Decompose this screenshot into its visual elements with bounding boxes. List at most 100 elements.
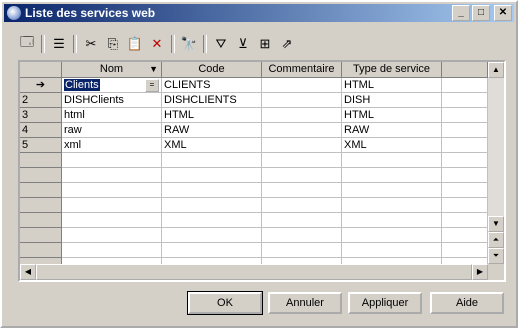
vertical-scrollbar[interactable]: ▲ ▼ ⏶ ⏷ (488, 62, 504, 264)
maximize-button[interactable]: □ (472, 5, 490, 21)
cell-commentaire[interactable] (262, 183, 342, 198)
cell-nom[interactable] (62, 183, 162, 198)
cell-commentaire[interactable] (262, 198, 342, 213)
delete-icon[interactable]: ✕ (146, 33, 168, 55)
table-row[interactable]: ➔ Clients = CLIENTS HTML (20, 78, 488, 93)
cell-type[interactable] (342, 213, 442, 228)
column-header-code[interactable]: Code (162, 62, 262, 78)
cell-code[interactable]: DISHCLIENTS (162, 93, 262, 108)
filter-icon[interactable]: ⛛ (210, 33, 232, 55)
paste-icon[interactable]: 📋 (124, 33, 146, 55)
scroll-bottom-icon[interactable]: ⏷ (488, 248, 504, 264)
cell-code[interactable] (162, 228, 262, 243)
add-row-icon[interactable]: ☰ (48, 33, 70, 55)
cell-type[interactable]: RAW (342, 123, 442, 138)
cell-type[interactable] (342, 153, 442, 168)
cell-commentaire[interactable] (262, 213, 342, 228)
services-grid[interactable]: Nom ▼ Code Commentaire Type de service ➔… (18, 60, 506, 282)
table-row[interactable]: 5 xml XML XML (20, 138, 488, 153)
cell-commentaire[interactable] (262, 153, 342, 168)
table-row[interactable] (20, 183, 488, 198)
scroll-down-icon[interactable]: ▼ (488, 216, 504, 232)
cell-commentaire[interactable] (262, 123, 342, 138)
cut-icon[interactable]: ✂ (80, 33, 102, 55)
table-row[interactable] (20, 213, 488, 228)
cell-type[interactable] (342, 183, 442, 198)
cell-nom[interactable] (62, 243, 162, 258)
cell-type[interactable] (342, 228, 442, 243)
table-row[interactable] (20, 168, 488, 183)
table-row[interactable]: 3 html HTML HTML (20, 108, 488, 123)
cell-nom[interactable] (62, 228, 162, 243)
cell-nom[interactable]: raw (62, 123, 162, 138)
sort-dropdown-icon[interactable]: ▼ (149, 62, 158, 77)
cell-nom[interactable]: Clients = (62, 78, 162, 93)
row-header[interactable]: 3 (20, 108, 62, 123)
cell-code[interactable] (162, 213, 262, 228)
find-icon[interactable]: 🔭 (178, 33, 200, 55)
horizontal-scrollbar[interactable]: ◀ ▶ (20, 264, 488, 280)
row-header[interactable]: ➔ (20, 78, 62, 93)
cancel-button[interactable]: Annuler (268, 292, 342, 314)
title-bar[interactable]: Liste des services web _ □ ✕ (4, 4, 514, 22)
horizontal-scroll-thumb[interactable] (36, 264, 472, 280)
scroll-right-icon[interactable]: ▶ (472, 264, 488, 280)
cell-commentaire[interactable] (262, 243, 342, 258)
cell-type[interactable]: HTML (342, 78, 442, 93)
table-row[interactable] (20, 153, 488, 168)
cell-nom[interactable]: DISHClients (62, 93, 162, 108)
cell-type[interactable]: HTML (342, 108, 442, 123)
cell-edit-button[interactable]: = (145, 79, 159, 92)
cell-commentaire[interactable] (262, 228, 342, 243)
column-header-nom[interactable]: Nom ▼ (62, 62, 162, 78)
cell-code[interactable]: CLIENTS (162, 78, 262, 93)
properties-icon[interactable]: 🗔 (16, 33, 38, 55)
table-row[interactable] (20, 228, 488, 243)
row-header[interactable] (20, 243, 62, 258)
table-row[interactable]: 2 DISHClients DISHCLIENTS DISH (20, 93, 488, 108)
ok-button[interactable]: OK (187, 291, 263, 315)
cell-code[interactable] (162, 243, 262, 258)
cell-commentaire[interactable] (262, 138, 342, 153)
cell-code[interactable]: XML (162, 138, 262, 153)
table-row[interactable] (20, 243, 488, 258)
row-header[interactable] (20, 228, 62, 243)
cell-commentaire[interactable] (262, 168, 342, 183)
row-header[interactable]: 4 (20, 123, 62, 138)
cell-code[interactable] (162, 168, 262, 183)
goto-icon[interactable]: ⇗ (276, 33, 298, 55)
scroll-left-icon[interactable]: ◀ (20, 264, 36, 280)
row-header[interactable]: 2 (20, 93, 62, 108)
column-header-type[interactable]: Type de service (342, 62, 442, 78)
cell-commentaire[interactable] (262, 78, 342, 93)
cell-nom[interactable]: xml (62, 138, 162, 153)
cell-nom[interactable] (62, 198, 162, 213)
cell-code[interactable]: HTML (162, 108, 262, 123)
column-header-commentaire[interactable]: Commentaire (262, 62, 342, 78)
cell-commentaire[interactable] (262, 93, 342, 108)
filter-settings-icon[interactable]: ⊻ (232, 33, 254, 55)
cell-code[interactable] (162, 198, 262, 213)
cell-commentaire[interactable] (262, 108, 342, 123)
row-header[interactable] (20, 153, 62, 168)
cell-type[interactable] (342, 198, 442, 213)
help-button[interactable]: Aide (430, 292, 504, 314)
selected-cell-text[interactable]: Clients (64, 79, 100, 91)
cell-type[interactable] (342, 243, 442, 258)
row-header[interactable] (20, 183, 62, 198)
cell-nom[interactable] (62, 153, 162, 168)
cell-code[interactable] (162, 153, 262, 168)
cell-nom[interactable] (62, 168, 162, 183)
scroll-top-icon[interactable]: ⏶ (488, 232, 504, 248)
row-header[interactable] (20, 168, 62, 183)
tree-icon[interactable]: ⊞ (254, 33, 276, 55)
cell-code[interactable]: RAW (162, 123, 262, 138)
table-row[interactable]: 4 raw RAW RAW (20, 123, 488, 138)
row-header[interactable] (20, 198, 62, 213)
copy-icon[interactable]: ⎘ (102, 33, 124, 55)
scroll-up-icon[interactable]: ▲ (488, 62, 504, 78)
minimize-button[interactable]: _ (452, 5, 470, 21)
close-button[interactable]: ✕ (494, 5, 512, 21)
cell-code[interactable] (162, 183, 262, 198)
table-row[interactable] (20, 198, 488, 213)
